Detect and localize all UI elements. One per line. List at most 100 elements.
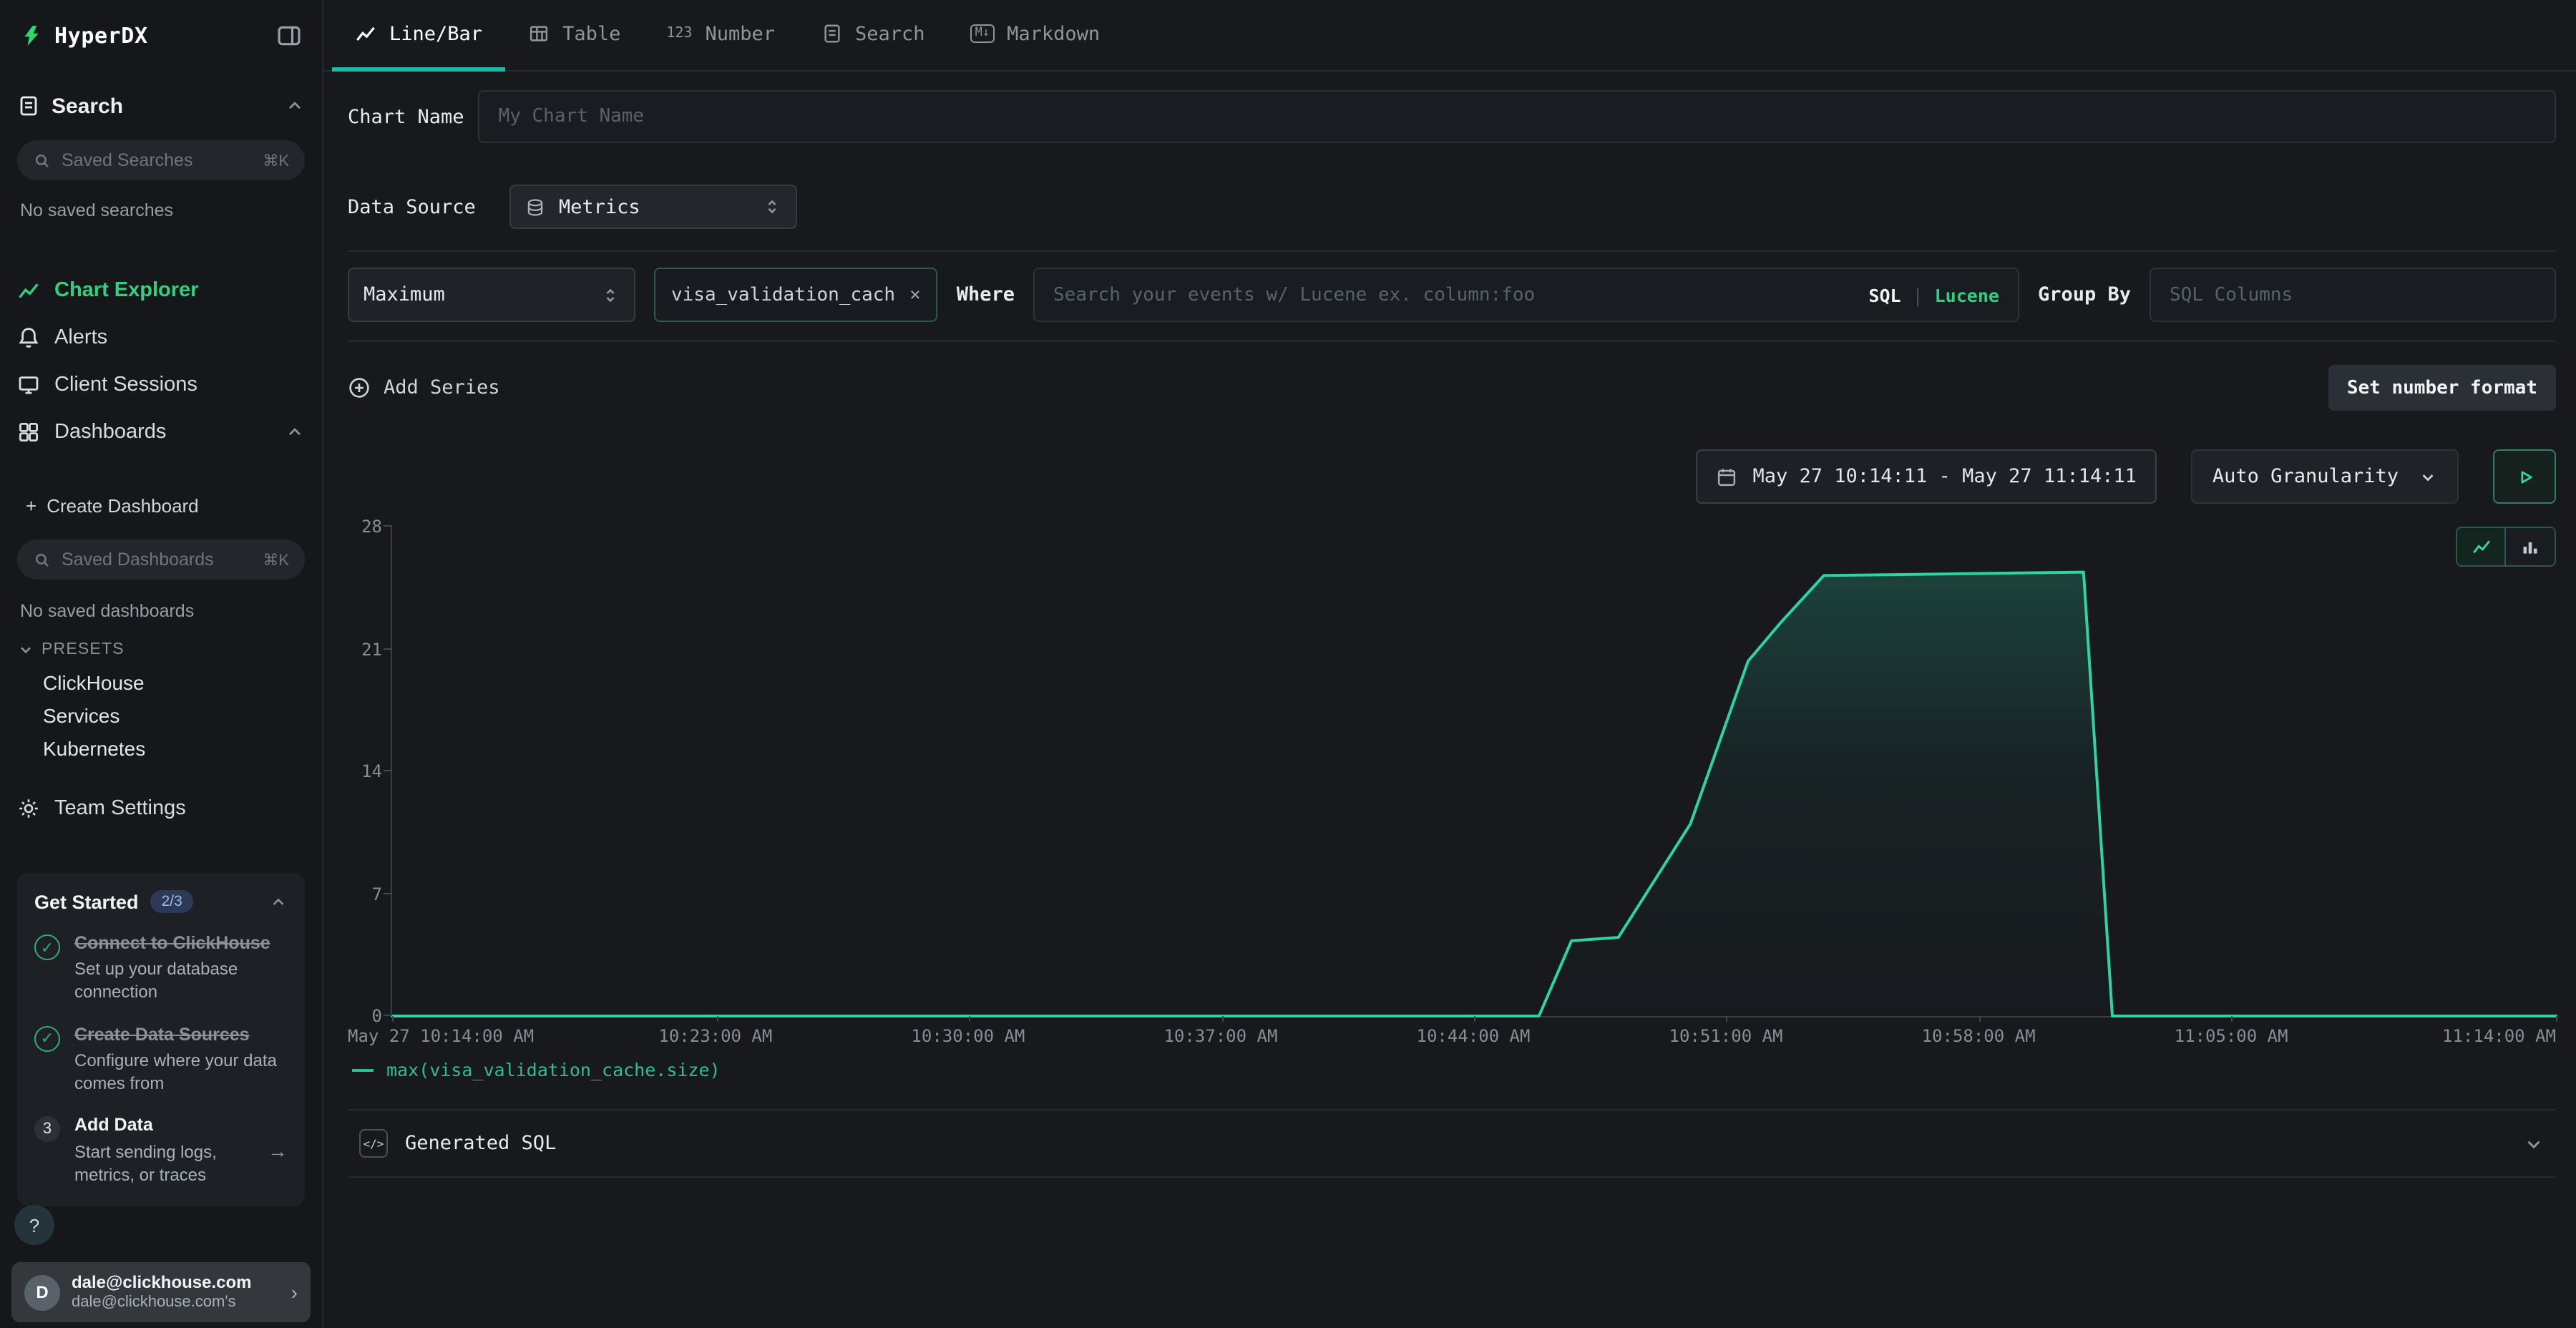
avatar: D <box>24 1274 60 1310</box>
chart-name-placeholder: My Chart Name <box>499 106 645 127</box>
nav-label: Client Sessions <box>54 373 197 396</box>
no-saved-searches-text: No saved searches <box>17 200 305 223</box>
select-chevrons-icon <box>763 197 782 216</box>
y-axis-tick <box>384 648 392 649</box>
chevron-up-icon[interactable] <box>269 892 288 911</box>
kbd-shortcut-badge: ⌘K <box>263 550 289 569</box>
saved-searches-input[interactable]: Saved Searches ⌘K <box>17 140 305 180</box>
step-title: Add Data <box>74 1114 248 1138</box>
bar-view-toggle[interactable] <box>2506 528 2555 565</box>
nav-label: Alerts <box>54 326 107 348</box>
calendar-icon <box>1715 466 1737 487</box>
collapse-sidebar-button[interactable] <box>276 23 302 49</box>
step-text: Create Data Sources Configure where your… <box>74 1022 288 1095</box>
tab-line-bar[interactable]: Line/Bar <box>332 0 505 72</box>
generated-sql-section[interactable]: </> Generated SQL <box>348 1109 2556 1178</box>
chart-explorer-content: Chart Name My Chart Name Data Source Met… <box>323 72 2576 1328</box>
check-glyph: ✓ <box>41 938 54 957</box>
bar-chart-icon <box>2520 537 2540 557</box>
tab-table[interactable]: Table <box>505 0 643 72</box>
date-range-input[interactable]: May 27 10:14:11 - May 27 11:14:11 <box>1695 449 2156 504</box>
remove-tag-icon[interactable]: × <box>909 284 921 306</box>
x-axis-tick-label: 10:23:00 AM <box>658 1026 772 1046</box>
group-by-placeholder: SQL Columns <box>2170 284 2293 306</box>
add-series-button[interactable]: Add Series <box>348 376 500 399</box>
tab-search[interactable]: Search <box>798 0 948 72</box>
nav-label: Dashboards <box>54 420 166 443</box>
chart-line <box>392 572 2556 1016</box>
sidebar-collapse-icon <box>276 23 302 49</box>
y-axis-tick-label: 7 <box>372 885 382 902</box>
play-icon <box>2514 466 2535 487</box>
monitor-icon <box>17 373 40 396</box>
granularity-select[interactable]: Auto Granularity <box>2191 449 2459 504</box>
chart-legend[interactable]: max(visa_validation_cache.size) <box>352 1059 2556 1080</box>
step-text: Add Data Start sending logs, metrics, or… <box>74 1114 248 1186</box>
step-number-badge: 3 <box>34 1117 60 1143</box>
data-source-select[interactable]: Metrics <box>510 185 798 229</box>
bell-icon <box>17 326 40 348</box>
x-axis-tick-label: 10:30:00 AM <box>911 1026 1025 1046</box>
where-input[interactable]: Search your events w/ Lucene ex. column:… <box>1033 268 2019 322</box>
run-query-button[interactable] <box>2493 449 2556 504</box>
get-started-step-connect[interactable]: ✓ Connect to ClickHouse Set up your data… <box>34 932 288 1004</box>
metric-field-tag[interactable]: visa_validation_cach × <box>654 268 938 322</box>
sidebar-item-team-settings[interactable]: Team Settings <box>17 793 305 824</box>
y-axis-tick <box>384 892 392 894</box>
sidebar-item-services[interactable]: Services <box>17 704 305 726</box>
sidebar-item-kubernetes[interactable]: Kubernetes <box>17 737 305 758</box>
y-axis-tick <box>384 770 392 771</box>
x-axis-tick <box>1221 1016 1223 1022</box>
chevron-up-icon[interactable] <box>285 421 305 441</box>
x-axis-tick-label: 11:14:00 AM <box>2442 1026 2556 1046</box>
chevron-down-icon[interactable] <box>2523 1133 2545 1154</box>
nav-label: Chart Explorer <box>54 278 198 301</box>
aggregation-select[interactable]: Maximum <box>348 268 635 322</box>
user-menu[interactable]: D dale@clickhouse.com dale@clickhouse.co… <box>11 1262 311 1322</box>
markdown-icon: M↓ <box>971 24 995 44</box>
help-button[interactable]: ? <box>14 1205 54 1245</box>
sidebar-item-alerts[interactable]: Alerts <box>17 313 305 361</box>
user-subtitle: dale@clickhouse.com's <box>72 1293 252 1313</box>
tab-label: Search <box>855 22 925 45</box>
where-label: Where <box>957 283 1015 306</box>
sidebar-item-client-sessions[interactable]: Client Sessions <box>17 361 305 408</box>
chart-name-input[interactable]: My Chart Name <box>479 90 2556 143</box>
set-number-format-button[interactable]: Set number format <box>2328 365 2556 411</box>
x-axis-tick-label: 10:51:00 AM <box>1669 1026 1783 1046</box>
saved-dashboards-input[interactable]: Saved Dashboards ⌘K <box>17 540 305 580</box>
lucene-mode-toggle[interactable]: Lucene <box>1935 284 1999 306</box>
presets-toggle[interactable]: PRESETS <box>17 638 305 660</box>
saved-dashboards-placeholder: Saved Dashboards <box>62 550 214 570</box>
x-axis: May 27 10:14:00 AM10:23:00 AM10:30:00 AM… <box>391 1026 2556 1048</box>
metric-tag-label: visa_validation_cach <box>671 284 895 306</box>
x-axis-tick <box>1474 1016 1475 1022</box>
group-by-input[interactable]: SQL Columns <box>2150 268 2556 322</box>
check-circle-icon: ✓ <box>34 1025 60 1051</box>
tab-number[interactable]: 123 Number <box>643 0 798 72</box>
team-settings-label: Team Settings <box>54 797 186 820</box>
step-text: Connect to ClickHouse Set up your databa… <box>74 932 288 1004</box>
get-started-card: Get Started 2/3 ✓ Connect to ClickHouse … <box>17 873 305 1206</box>
get-started-step-data-sources[interactable]: ✓ Create Data Sources Configure where yo… <box>34 1022 288 1095</box>
chart-plot[interactable]: 07142128 <box>391 527 2556 1017</box>
get-started-header[interactable]: Get Started 2/3 <box>34 890 288 913</box>
tab-markdown[interactable]: M↓ Markdown <box>948 0 1123 72</box>
chevron-up-icon[interactable] <box>285 96 305 116</box>
y-axis-tick-label: 0 <box>372 1007 382 1025</box>
hyperdx-app: HyperDX Search Saved Searches ⌘K No sa <box>0 0 2576 1328</box>
sql-mode-toggle[interactable]: SQL <box>1868 284 1901 306</box>
legend-swatch <box>352 1068 374 1071</box>
sidebar-item-clickhouse[interactable]: ClickHouse <box>17 671 305 693</box>
sidebar-item-dashboards[interactable]: Dashboards <box>17 408 305 455</box>
group-by-label: Group By <box>2038 283 2131 306</box>
x-axis-tick <box>1727 1016 1728 1022</box>
line-view-toggle[interactable] <box>2457 528 2506 565</box>
sidebar-section-search[interactable]: Search <box>17 92 305 120</box>
create-dashboard-button[interactable]: + Create Dashboard <box>17 492 305 518</box>
line-chart-canvas <box>392 527 2556 1016</box>
sidebar-item-chart-explorer[interactable]: Chart Explorer <box>17 266 305 313</box>
get-started-step-add-data[interactable]: 3 Add Data Start sending logs, metrics, … <box>34 1114 288 1186</box>
data-source-value: Metrics <box>559 195 640 218</box>
line-chart-icon <box>355 23 376 44</box>
